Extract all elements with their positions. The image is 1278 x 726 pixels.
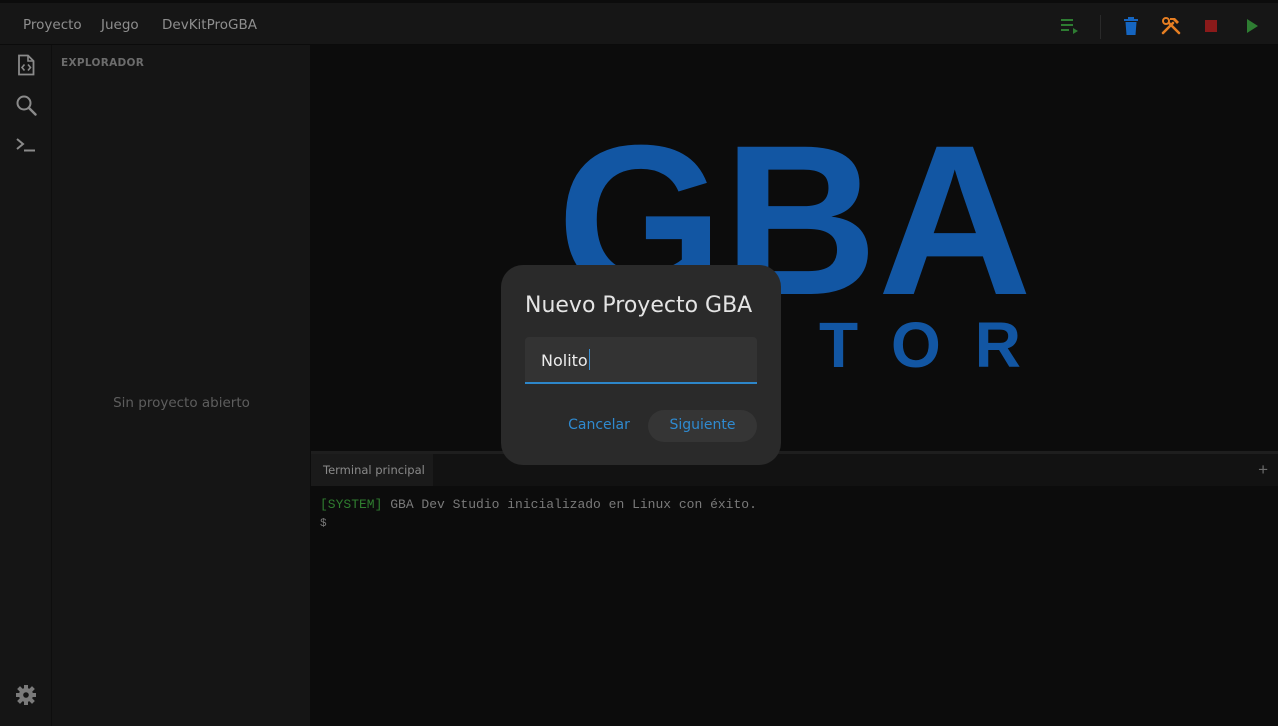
tab-terminal-principal[interactable]: Terminal principal <box>311 454 433 486</box>
gba-logo: GBA TOR <box>557 101 1055 381</box>
editor-area: GBA TOR <box>311 45 1278 451</box>
toolbar-separator <box>1100 15 1101 39</box>
project-name-value: Nolito <box>541 351 588 370</box>
new-project-dialog: Nuevo Proyecto GBA Nolito Cancelar Sigui… <box>501 265 781 465</box>
menu-juego[interactable]: Juego <box>101 17 139 33</box>
system-tag: [SYSTEM] <box>320 497 383 512</box>
sidebar-empty-message: Sin proyecto abierto <box>113 395 250 411</box>
sidebar-title: EXPLORADOR <box>61 57 145 69</box>
top-toolbar: Proyecto Juego DevKitProGBA <box>0 3 1278 45</box>
file-code-icon[interactable] <box>15 54 37 76</box>
build-list-icon[interactable] <box>1060 16 1080 36</box>
menu-devkitprogba[interactable]: DevKitProGBA <box>162 17 257 33</box>
cancel-button[interactable]: Cancelar <box>566 411 632 441</box>
dialog-title: Nuevo Proyecto GBA <box>525 293 753 318</box>
logo-subtext: TOR <box>819 309 1055 381</box>
terminal-line: [SYSTEM] GBA Dev Studio inicializado en … <box>320 497 757 512</box>
terminal-icon[interactable] <box>15 134 37 156</box>
trash-icon[interactable] <box>1121 16 1141 36</box>
add-terminal-button[interactable]: + <box>1258 460 1268 480</box>
next-button[interactable]: Siguiente <box>648 410 757 442</box>
text-caret <box>588 349 591 370</box>
gear-icon[interactable] <box>15 684 37 706</box>
terminal-prompt: $ <box>320 518 327 530</box>
project-name-input[interactable]: Nolito <box>525 337 757 384</box>
search-icon[interactable] <box>15 94 37 116</box>
play-icon[interactable] <box>1242 16 1262 36</box>
app-window: Proyecto Juego DevKitProGBA EXPLORADOR S… <box>0 0 1278 726</box>
activity-bar <box>0 45 52 726</box>
stop-icon[interactable] <box>1201 16 1221 36</box>
menu-proyecto[interactable]: Proyecto <box>23 17 82 33</box>
tools-icon[interactable] <box>1161 16 1181 36</box>
explorer-sidebar: EXPLORADOR Sin proyecto abierto <box>52 45 311 726</box>
terminal-tab-bar: Terminal principal + <box>311 454 1278 486</box>
system-message: GBA Dev Studio inicializado en Linux con… <box>382 497 757 512</box>
terminal-output[interactable]: [SYSTEM] GBA Dev Studio inicializado en … <box>311 486 1278 726</box>
